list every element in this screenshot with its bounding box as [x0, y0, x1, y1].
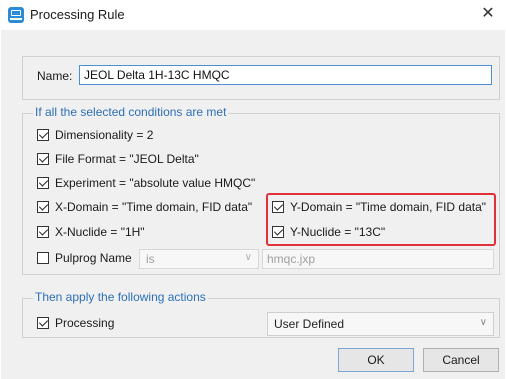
condition-label: Pulprog Name [55, 251, 132, 265]
checkbox[interactable] [37, 226, 49, 238]
processing-select[interactable]: User Defined ∨ [267, 312, 494, 336]
condition-pulprog[interactable]: Pulprog Name [37, 251, 132, 265]
condition-file-format[interactable]: File Format = "JEOL Delta" [37, 152, 199, 166]
pulprog-name-input[interactable]: hmqc.jxp [262, 249, 494, 269]
pulprog-operator-select[interactable]: is ∨ [139, 249, 259, 269]
chevron-down-icon: ∨ [244, 252, 252, 263]
checkbox[interactable] [37, 153, 49, 165]
checkbox[interactable] [37, 201, 49, 213]
window-title: Processing Rule [30, 7, 125, 22]
condition-experiment[interactable]: Experiment = "absolute value HMQC" [37, 176, 255, 190]
action-processing[interactable]: Processing [37, 316, 114, 330]
input-value: hmqc.jxp [267, 252, 316, 266]
action-label: Processing [55, 316, 115, 330]
checkbox[interactable] [37, 317, 49, 329]
actions-title: Then apply the following actions [33, 290, 208, 304]
title-bar: Processing Rule ✕ [0, 0, 506, 30]
select-value: is [146, 252, 155, 266]
checkbox[interactable] [37, 177, 49, 189]
close-button[interactable]: ✕ [478, 4, 498, 24]
condition-label: X-Nuclide = "1H" [55, 225, 145, 239]
name-label: Name: [37, 69, 73, 83]
annotation-highlight-box [266, 193, 496, 246]
conditions-title: If all the selected conditions are met [33, 105, 229, 119]
condition-label: Experiment = "absolute value HMQC" [55, 176, 256, 190]
checkbox[interactable] [37, 129, 49, 141]
app-icon [8, 7, 24, 23]
condition-label: File Format = "JEOL Delta" [55, 152, 199, 166]
select-value: User Defined [274, 317, 345, 331]
chevron-down-icon: ∨ [479, 317, 487, 328]
checkbox[interactable] [37, 252, 49, 264]
name-input[interactable] [79, 65, 492, 85]
condition-dimensionality[interactable]: Dimensionality = 2 [37, 128, 153, 142]
condition-label: Dimensionality = 2 [55, 128, 154, 142]
condition-label: X-Domain = "Time domain, FID data" [55, 200, 253, 214]
condition-x-domain[interactable]: X-Domain = "Time domain, FID data" [37, 200, 252, 214]
cancel-button[interactable]: Cancel [423, 348, 499, 372]
ok-button[interactable]: OK [338, 348, 414, 372]
condition-x-nuclide[interactable]: X-Nuclide = "1H" [37, 225, 145, 239]
